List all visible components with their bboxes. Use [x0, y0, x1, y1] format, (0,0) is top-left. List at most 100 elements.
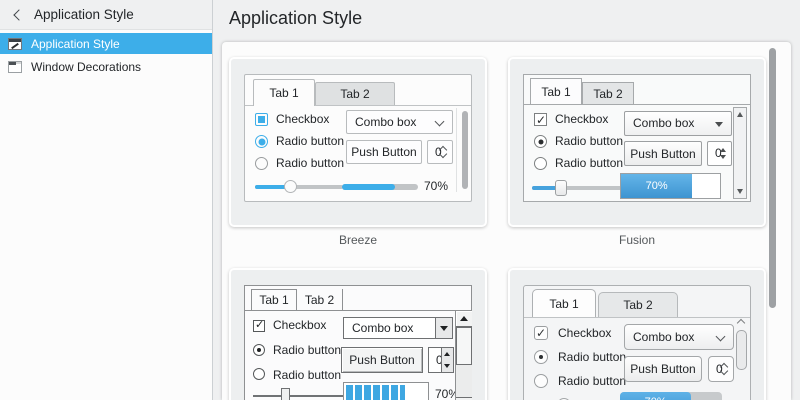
progress-text: 70% — [620, 396, 691, 400]
progress-fill: 70% — [620, 392, 692, 400]
tab-2: Tab 2 — [582, 82, 634, 104]
combo-box: Combo box — [346, 110, 453, 134]
sidebar-item-label: Application Style — [31, 36, 120, 51]
progress-bar: 70% — [343, 382, 429, 400]
dropdown-arrow-icon — [715, 122, 723, 127]
page-title: Application Style — [229, 8, 363, 28]
combo-box: Combo box — [624, 324, 734, 350]
sidebar: Application Style Application Style Wind… — [0, 0, 213, 400]
combo-box-label: Combo box — [352, 321, 414, 335]
radio-label: Radio button — [558, 374, 627, 388]
tab-label: Tab 2 — [623, 298, 653, 312]
radio-label: Radio button — [555, 156, 624, 170]
combo-box-label: Combo box — [633, 330, 695, 344]
radio-label: Radio button — [555, 134, 624, 148]
spin-down-icon — [441, 360, 453, 372]
back-button[interactable] — [10, 7, 26, 23]
checkbox-label: Checkbox — [558, 326, 612, 340]
radio-dot-icon — [257, 348, 261, 352]
radio-dot-icon — [539, 355, 543, 359]
radio-button-selected — [534, 135, 547, 148]
progress-label: 70% — [424, 179, 449, 193]
spin-down-icon — [720, 155, 726, 159]
scroll-thumb — [736, 330, 747, 370]
progress-bar: 70% — [620, 392, 722, 400]
scroll-down-icon — [737, 189, 743, 194]
slider-handle — [284, 180, 298, 193]
spin-up-icon — [720, 148, 726, 152]
tab-label: Tab 1 — [259, 293, 289, 307]
progress-bar: 70% — [342, 184, 418, 190]
sidebar-item-label: Window Decorations — [31, 59, 142, 74]
style-grid-panel: Tab 1 Tab 2 Checkbox Radio button Radio … — [222, 42, 791, 400]
back-icon — [13, 8, 25, 21]
tab-1: Tab 1 — [253, 79, 315, 106]
push-button: Push Button — [624, 141, 702, 166]
radio-button-selected — [253, 344, 265, 356]
sidebar-item-application-style[interactable]: Application Style — [0, 33, 212, 54]
tab-2: Tab 2 — [297, 289, 343, 310]
combo-box: Combo box — [343, 317, 453, 339]
slider — [255, 179, 343, 195]
slider-track — [253, 395, 345, 397]
scroll-thumb — [456, 327, 472, 365]
combo-box: Combo box — [624, 111, 732, 136]
chevron-down-icon — [434, 116, 445, 127]
push-button: Push Button — [624, 356, 702, 382]
spin-box: 0 — [427, 140, 453, 164]
tab-frame-line — [524, 104, 750, 105]
style-name-caption: Fusion — [618, 233, 656, 247]
checkbox — [255, 113, 268, 126]
application-style-icon — [8, 37, 22, 50]
scroll-up-icon — [456, 311, 472, 327]
progress-text: 70% — [645, 180, 668, 192]
push-button: Push Button — [346, 140, 422, 164]
tab-1: Tab 1 — [251, 289, 297, 310]
tab-frame-line — [524, 317, 750, 318]
style-preview-fusion[interactable]: Tab 1 Tab 2 ✓ Checkbox Radio button Radi… — [508, 57, 766, 227]
radio-button-unselected — [253, 368, 265, 380]
sidebar-item-window-decorations[interactable]: Window Decorations — [0, 56, 212, 77]
progress-fill: 70% — [342, 184, 396, 190]
checkbox: ✓ — [534, 113, 547, 126]
style-preview-oxygen[interactable]: Tab 1 Tab 2 ✓ Checkbox Radio button Radi… — [508, 268, 766, 400]
main-scrollbar-thumb[interactable] — [769, 48, 776, 308]
progress-fill: 70% — [621, 174, 693, 198]
dropdown-arrow-icon — [435, 318, 452, 338]
scroll-thumb — [462, 111, 468, 189]
preview-window: Tab 1 Tab 2 ✓ Checkbox Radio button Radi… — [523, 74, 751, 202]
tab-label: Tab 1 — [549, 296, 579, 311]
preview-window: Tab 1 Tab 2 Checkbox Radio button Radio … — [244, 74, 472, 202]
check-icon: ✓ — [536, 113, 547, 127]
tab-2: Tab 2 — [315, 82, 395, 105]
preview-scrollbar — [736, 318, 747, 400]
preview-window: Tab 1 Tab 2 ✓ Checkbox Radio button Radi… — [523, 285, 751, 400]
radio-button-unselected — [534, 374, 548, 388]
style-preview-windows9x[interactable]: Tab 1 Tab 2 ✓ Checkbox Radio button Radi… — [229, 268, 487, 400]
tab-label: Tab 1 — [541, 84, 571, 99]
radio-button-unselected — [534, 157, 547, 170]
tab-frame-line — [245, 310, 471, 311]
tab-label: Tab 1 — [269, 86, 299, 100]
radio-dot-icon — [538, 139, 543, 144]
slider-handle — [280, 388, 290, 400]
tab-label: Tab 2 — [593, 86, 623, 101]
window-decorations-icon — [8, 60, 22, 73]
spin-box: 0 — [428, 347, 454, 373]
preview-scrollbar — [456, 108, 468, 192]
radio-button-selected — [255, 135, 268, 148]
preview-window: Tab 1 Tab 2 ✓ Checkbox Radio button Radi… — [244, 285, 472, 400]
checkbox-label: Checkbox — [273, 318, 327, 332]
radio-button-unselected — [255, 157, 268, 170]
check-icon: ✓ — [255, 319, 265, 331]
style-preview-breeze[interactable]: Tab 1 Tab 2 Checkbox Radio button Radio … — [229, 57, 487, 227]
check-icon: ✓ — [536, 326, 547, 340]
checkbox-label: Checkbox — [555, 112, 609, 126]
preview-scrollbar — [733, 107, 747, 199]
slider — [253, 388, 345, 400]
radio-label: Radio button — [558, 350, 627, 364]
spin-box: 0 — [707, 141, 732, 166]
tab-label: Tab 2 — [340, 87, 370, 101]
tab-1: Tab 1 — [530, 78, 582, 104]
radio-label: Radio button — [273, 343, 342, 357]
